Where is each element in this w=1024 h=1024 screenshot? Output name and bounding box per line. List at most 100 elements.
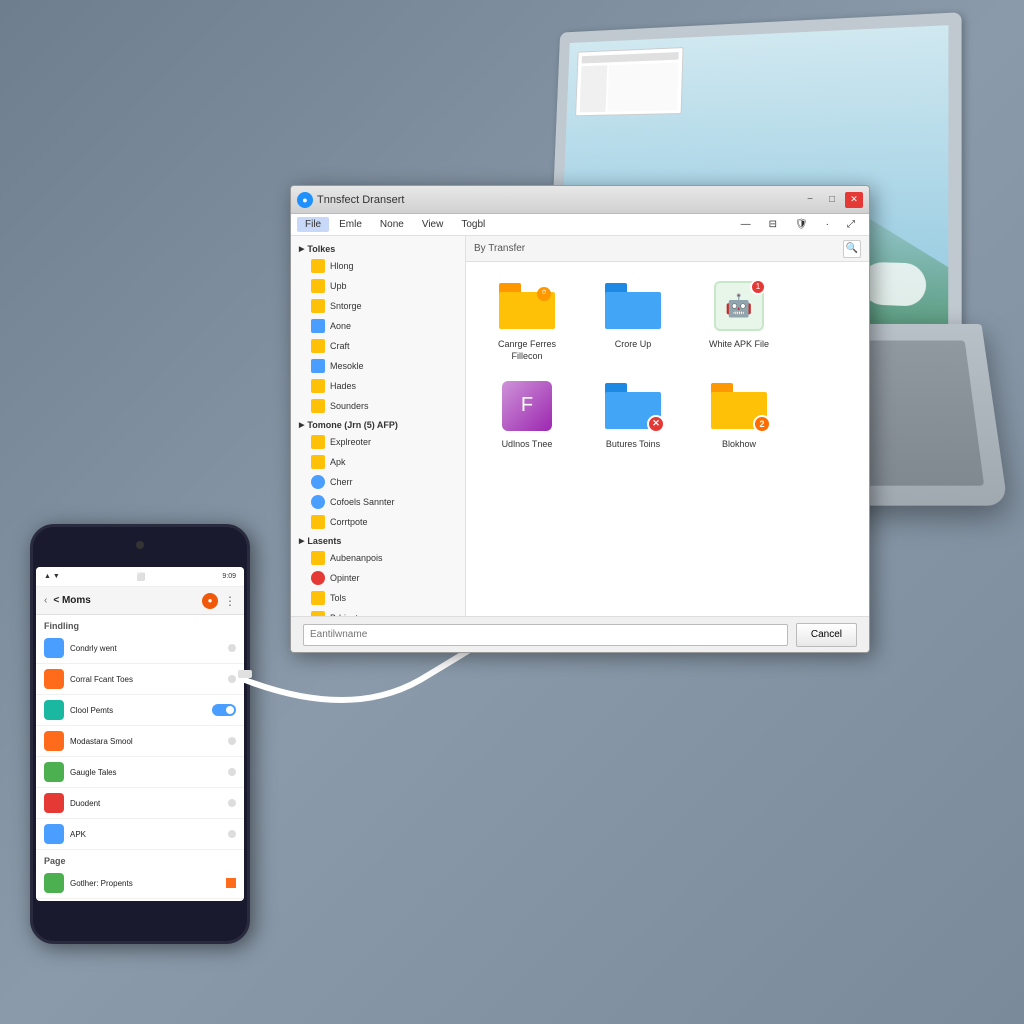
file-name: Canrge Ferres Fillecon (482, 339, 572, 362)
item-toggle-dot[interactable] (228, 799, 236, 807)
item-toggle-dot[interactable] (228, 675, 236, 683)
menu-item-dash2: ⊟ (761, 217, 785, 232)
menu-item-view[interactable]: View (414, 217, 452, 232)
dialog-maximize-button[interactable]: □ (823, 192, 841, 208)
phone-nav-title: < Moms (53, 595, 196, 606)
sidebar-item-cherr[interactable]: Cherr (291, 472, 465, 492)
phone-camera (136, 541, 144, 549)
menu-item-shield[interactable]: 🛡 (787, 217, 816, 232)
file-name: Crore Up (615, 339, 652, 351)
sidebar-item-aone[interactable]: Aone (291, 316, 465, 336)
item-toggle-dot[interactable] (228, 737, 236, 745)
list-item[interactable]: Gotlher: Propents (36, 868, 244, 899)
folder-icon (311, 591, 325, 605)
dialog-title: Tnnsfect Dransert (317, 194, 797, 206)
phone-back-button[interactable]: ‹ (44, 595, 47, 606)
menu-item-dash3: · (818, 217, 837, 232)
item-label: Condrly went (70, 644, 222, 653)
menu-item-file[interactable]: File (297, 217, 329, 232)
list-item[interactable]: Gaugle Tales (36, 757, 244, 788)
dialog-close-button[interactable]: ✕ (845, 192, 863, 208)
sidebar-item-bdrjcat[interactable]: Bdrjcat (291, 608, 465, 616)
file-name: Blokhow (722, 439, 756, 451)
cancel-button[interactable]: Cancel (796, 623, 857, 647)
dot-icon (311, 495, 325, 509)
sidebar-item-label: Sntorge (330, 301, 362, 311)
sidebar-item-craft[interactable]: Craft (291, 336, 465, 356)
item-toggle-switch[interactable] (212, 704, 236, 716)
folder-icon (311, 339, 325, 353)
file-item-canrge[interactable]: ⏱ Canrge Ferres Fillecon (482, 278, 572, 362)
phone-navbar[interactable]: ‹ < Moms ● ⋮ (36, 587, 244, 615)
sidebar-item-explreoter[interactable]: Explreoter (291, 432, 465, 452)
item-icon-blue2 (44, 824, 64, 844)
item-icon-orange (44, 669, 64, 689)
apk-icon: 🤖 (725, 293, 752, 319)
dialog-files-grid: ⏱ Canrge Ferres Fillecon Crore Up (466, 262, 869, 616)
dialog-search-button[interactable]: 🔍 (843, 240, 861, 258)
dialog-menubar: File Emle None View Togbl — ⊟ 🛡 · ⤢ (291, 214, 869, 236)
sidebar-item-label: Corrtpote (330, 517, 368, 527)
item-toggle-dot[interactable] (228, 644, 236, 652)
file-name: Udlnos Tnee (502, 439, 553, 451)
list-item[interactable]: Condrly went (36, 633, 244, 664)
file-item-udlnos[interactable]: F Udlnos Tnee (482, 378, 572, 451)
file-item-blokhow[interactable]: 2 Blokhow (694, 378, 784, 451)
list-item[interactable]: Modastara Smool (36, 726, 244, 757)
menu-item-emle[interactable]: Emle (331, 217, 370, 232)
phone-battery-icon: ⬜ (137, 573, 146, 581)
phone-time: 9:09 (222, 573, 236, 580)
folder-icon (311, 319, 325, 333)
sidebar-item-label: Explreoter (330, 437, 371, 447)
dialog-path-bar: By Transfer 🔍 (466, 236, 869, 262)
sidebar-item-opinter[interactable]: Opinter (291, 568, 465, 588)
menu-item-expand[interactable]: ⤢ (839, 217, 863, 232)
sidebar-item-auben[interactable]: Aubenanpois (291, 548, 465, 568)
file-icon: ⏱ (497, 278, 557, 333)
file-item-apk[interactable]: 🤖 1 White APK File (694, 278, 784, 362)
folder-icon (311, 435, 325, 449)
list-item[interactable]: Corral Fcant Toes (36, 664, 244, 695)
sidebar-item-label: Opinter (330, 573, 360, 583)
sidebar-section1-header: Tolkes (291, 240, 465, 256)
sidebar-item-tols[interactable]: Tols (291, 588, 465, 608)
folder-icon (311, 359, 325, 373)
list-item[interactable]: Duodent (36, 788, 244, 819)
sidebar-item-hlong[interactable]: Hlong (291, 256, 465, 276)
item-label: Clool Pemts (70, 706, 206, 715)
sidebar-item-apk[interactable]: Apk (291, 452, 465, 472)
dialog-content: Tolkes Hlong Upb Sntorge Aone Craft (291, 236, 869, 616)
file-item-crore[interactable]: Crore Up (588, 278, 678, 362)
file-transfer-dialog: ● Tnnsfect Dransert − □ ✕ File Emle None… (290, 185, 870, 653)
sidebar-item-label: Sounders (330, 401, 369, 411)
item-toggle-dot[interactable] (228, 768, 236, 776)
sidebar-item-cofoels[interactable]: Cofoels Sannter (291, 492, 465, 512)
sidebar-item-mesokle[interactable]: Mesokle (291, 356, 465, 376)
item-label: Gaugle Tales (70, 768, 222, 777)
menu-item-none[interactable]: None (372, 217, 412, 232)
sidebar-item-upb[interactable]: Upb (291, 276, 465, 296)
list-item[interactable]: Clool Pemts (36, 695, 244, 726)
phone-menu-icon[interactable]: ⋮ (224, 594, 236, 608)
menu-item-togbl[interactable]: Togbl (453, 217, 493, 232)
item-toggle-dot[interactable] (228, 830, 236, 838)
item-label: Gotlher: Propents (70, 879, 220, 888)
file-icon: ✕ (603, 378, 663, 433)
dialog-sidebar: Tolkes Hlong Upb Sntorge Aone Craft (291, 236, 466, 616)
sidebar-item-corrtpote[interactable]: Corrtpote (291, 512, 465, 532)
folder-icon (311, 259, 325, 273)
item-label: Corral Fcant Toes (70, 675, 222, 684)
phone-nav-orange-button[interactable]: ● (202, 593, 218, 609)
sidebar-item-label: Aone (330, 321, 351, 331)
sidebar-item-label: Hades (330, 381, 356, 391)
file-item-butures[interactable]: ✕ Butures Toins (588, 378, 678, 451)
list-item[interactable]: APK (36, 819, 244, 850)
sidebar-item-sounders[interactable]: Sounders (291, 396, 465, 416)
sidebar-item-hades[interactable]: Hades (291, 376, 465, 396)
x-badge: ✕ (647, 415, 665, 433)
dot-red-icon (311, 571, 325, 585)
sidebar-item-sntorge[interactable]: Sntorge (291, 296, 465, 316)
sidebar-section2-header: Tomone (Jrn (5) AFP) (291, 416, 465, 432)
dialog-minimize-button[interactable]: − (801, 192, 819, 208)
filename-input[interactable] (303, 624, 788, 646)
